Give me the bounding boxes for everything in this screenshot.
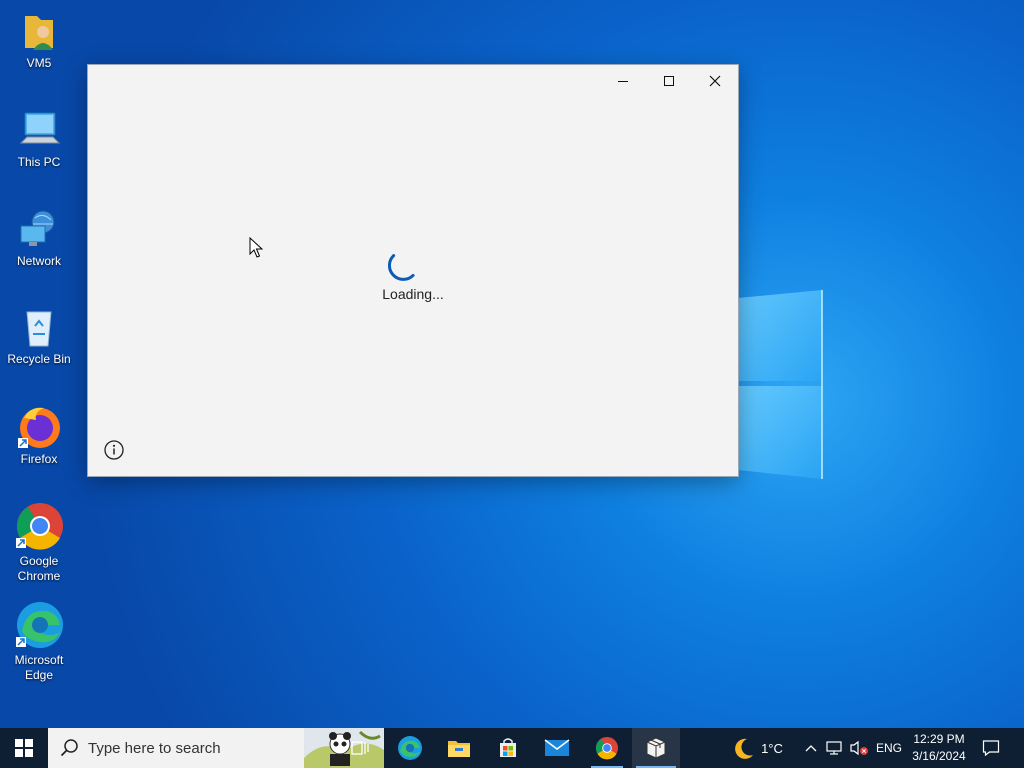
maximize-button[interactable] [646, 65, 692, 97]
desktop-icon-label: Google Chrome [17, 554, 61, 583]
clock[interactable]: 12:29 PM 3/16/2024 [904, 731, 974, 765]
desktop-icon-microsoft-edge[interactable]: Microsoft Edge [4, 601, 74, 683]
search-placeholder: Type here to search [88, 740, 221, 757]
chevron-up-icon [805, 745, 817, 752]
desktop-icon-label: Recycle Bin [7, 352, 71, 366]
mail-icon [544, 739, 570, 756]
minimize-button[interactable] [600, 65, 646, 97]
computer-icon [19, 112, 61, 144]
desktop-icon-recycle-bin[interactable]: Recycle Bin [4, 306, 74, 367]
network-globe-icon [20, 210, 55, 246]
taskbar-file-explorer[interactable] [435, 728, 483, 768]
desktop-icon-firefox[interactable]: Firefox [4, 404, 74, 467]
taskbar-store[interactable] [484, 728, 532, 768]
task-view-icon [351, 741, 369, 755]
edge-icon [398, 736, 422, 760]
weather-temperature: 1°C [761, 740, 783, 756]
notification-icon [982, 740, 1000, 757]
desktop-icon-label: Network [16, 254, 61, 268]
clock-date: 3/16/2024 [912, 749, 966, 763]
close-button[interactable] [692, 65, 738, 97]
maximize-icon [664, 76, 674, 86]
desktop-icon-google-chrome[interactable]: Google Chrome [4, 502, 74, 584]
desktop-icon-label: VM5 [26, 56, 52, 70]
taskbar-package-app[interactable] [632, 728, 680, 768]
language-indicator[interactable]: ENG [876, 741, 902, 755]
start-button[interactable] [0, 728, 48, 768]
mouse-cursor-icon [249, 237, 263, 258]
file-explorer-icon [448, 741, 470, 757]
task-view-button[interactable] [336, 728, 384, 768]
close-icon [709, 75, 721, 87]
taskbar: Type here to search 1°C ENG 12:29 PM 3/1… [0, 728, 1024, 768]
windows-start-icon [15, 739, 33, 757]
taskbar-edge[interactable] [386, 728, 434, 768]
moon-icon [735, 738, 754, 759]
loading-text: Loading... [382, 286, 444, 302]
show-hidden-icons-button[interactable] [800, 728, 822, 768]
volume-tray-button[interactable] [847, 728, 871, 768]
chrome-icon [595, 736, 619, 760]
desktop-icon-label: Microsoft Edge [14, 653, 64, 682]
desktop-icon-network[interactable]: Network [4, 208, 74, 269]
desktop-icon-this-pc[interactable]: This PC [4, 109, 74, 170]
loading-spinner-icon [388, 254, 415, 281]
network-icon [826, 741, 842, 755]
volume-muted-icon [850, 740, 868, 756]
taskbar-mail[interactable] [533, 728, 581, 768]
store-icon [500, 738, 516, 757]
user-folder-icon [25, 16, 53, 50]
recycle-bin-icon [26, 311, 52, 347]
firefox-icon [18, 407, 60, 448]
network-tray-button[interactable] [824, 728, 846, 768]
weather-widget[interactable]: 1°C [722, 728, 792, 768]
taskbar-search-box[interactable]: Type here to search [48, 728, 384, 768]
desktop-icon-label: Firefox [20, 452, 58, 466]
taskbar-chrome[interactable] [583, 728, 631, 768]
clock-time: 12:29 PM [913, 732, 965, 746]
minimize-icon [618, 81, 628, 82]
info-icon[interactable] [103, 439, 125, 461]
app-window: Loading... [88, 65, 738, 476]
package-app-icon [646, 737, 666, 759]
notifications-button[interactable] [976, 728, 1006, 768]
chrome-icon [16, 503, 63, 550]
desktop-icon-vm5[interactable]: VM5 [4, 10, 74, 71]
search-icon [60, 739, 78, 757]
desktop-icon-label: This PC [17, 155, 61, 169]
edge-icon [16, 602, 63, 648]
